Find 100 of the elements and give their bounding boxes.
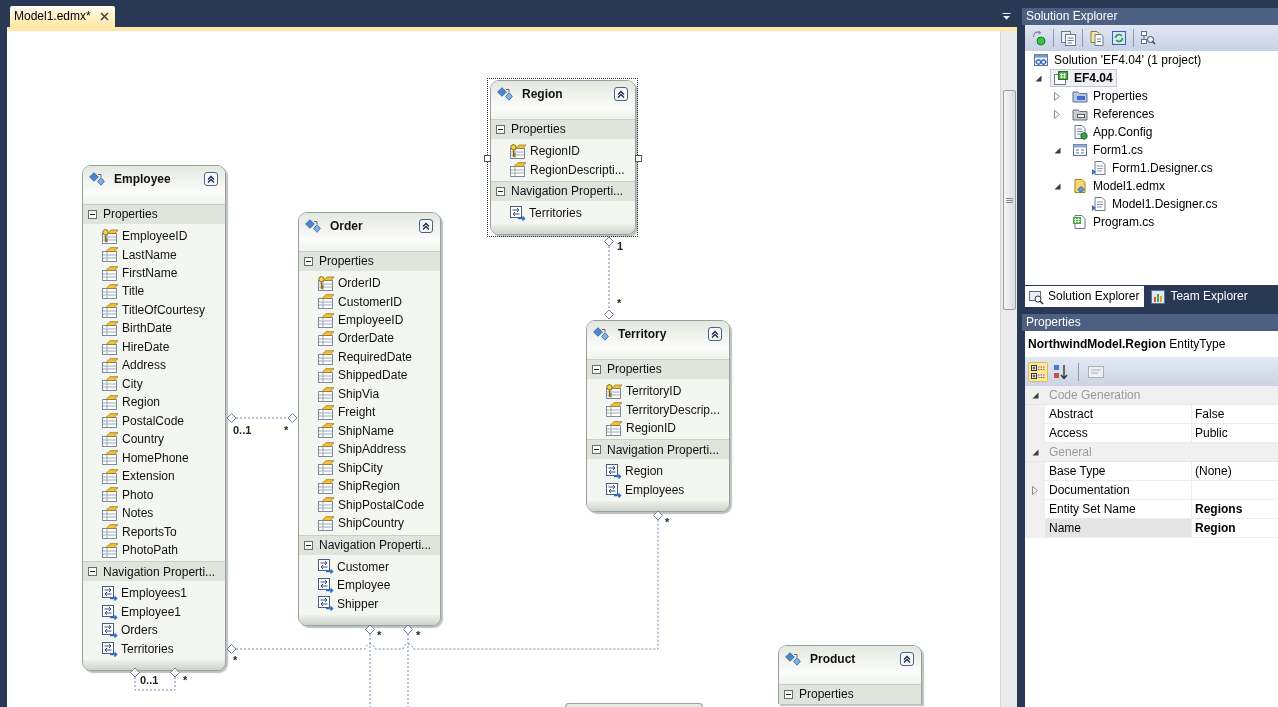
collapse-arrow-icon[interactable] xyxy=(1054,182,1061,190)
resize-handle[interactable] xyxy=(484,155,491,162)
property-name[interactable]: Base Type xyxy=(1045,462,1192,481)
property-item[interactable]: PhotoPath xyxy=(102,540,179,560)
navigation-property-item[interactable]: Employees1 xyxy=(102,584,188,603)
property-item[interactable]: ShipAddress xyxy=(318,440,407,459)
collapse-arrow-icon[interactable] xyxy=(1031,391,1039,399)
property-item[interactable]: ShipPostalCode xyxy=(318,495,425,515)
property-name[interactable]: Entity Set Name xyxy=(1045,500,1192,519)
navigation-property-item[interactable]: Employee1 xyxy=(102,602,182,622)
navigation-property-item[interactable]: Employee xyxy=(318,576,391,595)
document-tab[interactable]: Model1.edmx* xyxy=(10,6,115,27)
property-name[interactable]: Access xyxy=(1045,424,1192,443)
property-item[interactable]: ShipCountry xyxy=(318,514,405,533)
dropdown-icon[interactable] xyxy=(1002,13,1011,20)
collapse-icon[interactable] xyxy=(900,652,914,666)
collapse-arrow-icon[interactable] xyxy=(1054,146,1061,154)
property-item[interactable]: OrderDate xyxy=(318,329,395,348)
property-name[interactable]: Documentation xyxy=(1045,481,1192,500)
tree-item[interactable]: References xyxy=(1069,105,1159,123)
property-item[interactable]: Freight xyxy=(318,403,376,422)
property-item[interactable]: RegionID xyxy=(606,418,677,438)
tree-item[interactable]: Properties xyxy=(1069,87,1152,105)
property-name[interactable]: Abstract xyxy=(1045,405,1192,424)
property-item[interactable]: HireDate xyxy=(102,337,170,357)
resize-handle[interactable] xyxy=(635,155,642,162)
collapse-icon[interactable] xyxy=(204,172,218,186)
property-item[interactable]: City xyxy=(102,374,143,394)
property-item[interactable]: OrderID xyxy=(318,274,381,293)
property-item[interactable]: EmployeeID xyxy=(318,310,404,330)
collapse-arrow-icon[interactable] xyxy=(1031,448,1039,456)
property-item[interactable]: BirthDate xyxy=(102,319,173,338)
section-header[interactable]: Navigation Properti... xyxy=(491,180,635,201)
tree-item[interactable]: Model1.Designer.cs xyxy=(1088,195,1222,213)
property-item[interactable]: Address xyxy=(102,356,167,375)
minus-box-icon[interactable] xyxy=(304,257,313,266)
navigation-property-item[interactable]: Region xyxy=(606,462,664,481)
sync-icon[interactable] xyxy=(1031,30,1047,46)
section-header[interactable]: Properties xyxy=(299,251,440,271)
minus-box-icon[interactable] xyxy=(88,210,97,219)
property-item[interactable]: TerritoryID xyxy=(606,382,682,401)
property-item[interactable]: ShipRegion xyxy=(318,477,401,496)
section-header[interactable]: Navigation Properti... xyxy=(587,439,729,460)
tree-item[interactable]: App.Config xyxy=(1069,123,1157,141)
property-item[interactable]: LastName xyxy=(102,245,177,264)
close-icon[interactable] xyxy=(99,12,109,21)
categorized-icon[interactable] xyxy=(1028,361,1048,382)
document-list-icon[interactable] xyxy=(1060,30,1076,46)
copy-document-icon[interactable] xyxy=(1089,30,1105,46)
entity-box[interactable]: Territory Properties TerritoryID TerritoryDescrip... RegionID Navigation Properti... Region Employees xyxy=(586,320,730,513)
navigation-property-item[interactable]: Employees xyxy=(606,480,685,500)
minus-box-icon[interactable] xyxy=(496,125,505,134)
section-header[interactable]: Navigation Properti... xyxy=(299,534,440,555)
tree-item[interactable]: Program.cs xyxy=(1069,213,1159,231)
property-name[interactable]: Name xyxy=(1045,519,1192,538)
minus-box-icon[interactable] xyxy=(592,365,601,374)
tree-item[interactable]: Form1.cs xyxy=(1069,141,1147,159)
property-item[interactable]: ReportsTo xyxy=(102,522,177,541)
expand-arrow-icon[interactable] xyxy=(1054,109,1060,119)
entity-box[interactable] xyxy=(82,165,226,672)
minus-box-icon[interactable] xyxy=(304,540,313,550)
panel-tab[interactable]: Solution Explorer xyxy=(1025,286,1145,307)
minus-box-icon[interactable] xyxy=(784,690,793,699)
minus-box-icon[interactable] xyxy=(88,567,97,577)
association-line[interactable] xyxy=(130,667,180,691)
panel-tab[interactable]: Team Explorer xyxy=(1147,286,1253,307)
property-item[interactable]: FirstName xyxy=(102,263,178,283)
property-item[interactable]: ShipCity xyxy=(318,458,383,478)
property-item[interactable]: Notes xyxy=(102,504,154,523)
refresh-icon[interactable] xyxy=(1111,30,1127,46)
navigation-property-item[interactable]: Orders xyxy=(102,621,158,640)
property-item[interactable]: Region xyxy=(102,393,161,412)
section-header[interactable]: Properties xyxy=(779,684,921,704)
minus-box-icon[interactable] xyxy=(496,186,505,196)
property-item[interactable]: TerritoryDescrip... xyxy=(606,400,720,419)
navigation-property-item[interactable]: Customer xyxy=(318,557,389,577)
navigation-property-item[interactable]: Shipper xyxy=(318,594,379,613)
tree-item[interactable]: Model1.edmx xyxy=(1069,177,1170,195)
section-header[interactable]: Properties xyxy=(587,359,729,379)
property-item[interactable]: PostalCode xyxy=(102,411,185,431)
property-item[interactable]: Title xyxy=(102,282,145,301)
tree-item[interactable]: EF4.04 xyxy=(1050,69,1117,87)
property-item[interactable]: TitleOfCourtesy xyxy=(102,300,205,320)
minus-box-icon[interactable] xyxy=(592,445,601,455)
diagram-search-icon[interactable] xyxy=(1140,30,1156,46)
navigation-property-item[interactable]: Territories xyxy=(102,639,174,659)
object-selector[interactable]: NorthwindModel.Region EntityType xyxy=(1025,331,1278,357)
property-item[interactable]: ShipVia xyxy=(318,384,380,404)
collapse-arrow-icon[interactable] xyxy=(1035,74,1042,82)
collapse-icon[interactable] xyxy=(614,87,628,101)
entity-box[interactable] xyxy=(298,212,441,626)
property-item[interactable]: CustomerID xyxy=(318,292,402,311)
section-header[interactable]: Navigation Properti... xyxy=(83,561,225,582)
property-item[interactable]: HomePhone xyxy=(102,448,189,468)
entity-box[interactable]: Product Properties xyxy=(778,645,922,704)
property-item[interactable]: RegionDescripti... xyxy=(510,160,625,179)
scrollbar-thumb[interactable] xyxy=(1003,90,1016,310)
property-item[interactable]: EmployeeID xyxy=(102,227,188,246)
navigation-property-item[interactable]: Territories xyxy=(510,203,582,223)
section-header[interactable]: Properties xyxy=(491,119,635,139)
